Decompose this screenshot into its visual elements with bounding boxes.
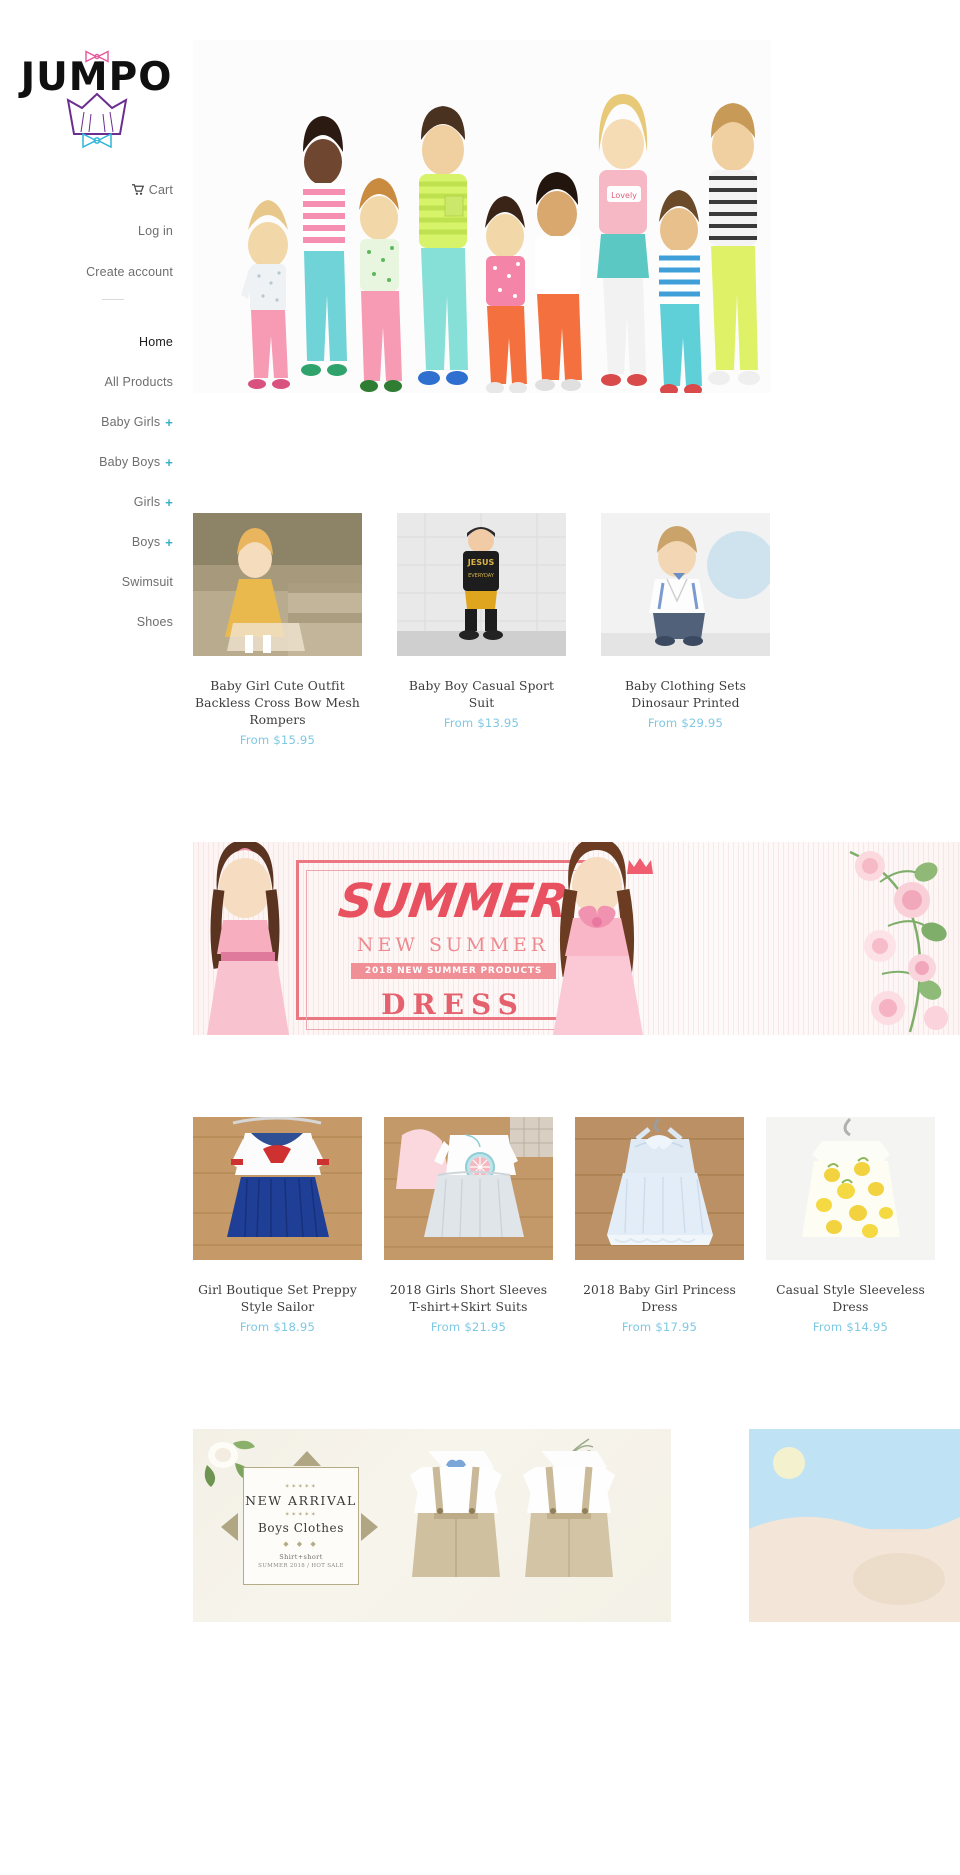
- banner-badge: 2018 NEW SUMMER PRODUCTS: [351, 963, 556, 979]
- summer-promo-banner[interactable]: SUMMER NEW SUMMER 2018 NEW SUMMER PRODUC…: [193, 842, 960, 1035]
- boy-outfit-b-image: [523, 1451, 615, 1577]
- expand-plus-icon[interactable]: +: [165, 536, 173, 549]
- new-arrival-banner[interactable]: ✶✶✶✶✶ NEW ARRIVAL ✶✶✶✶✶ Boys Clothes ◆ ◆…: [193, 1429, 960, 1622]
- blue-bow-icon: [81, 132, 112, 149]
- arrow-up-icon: [293, 1451, 321, 1466]
- main-nav: Home All Products Baby Girls + Baby Boys…: [0, 328, 193, 636]
- hero-image[interactable]: Lovely: [193, 40, 771, 393]
- product-card[interactable]: Baby Girl Cute Outfit Backless Cross Bow…: [193, 513, 362, 747]
- sidebar-item-baby-girls[interactable]: Baby Girls +: [0, 408, 193, 436]
- arrival-dots-mid: ✶✶✶✶✶: [284, 1511, 318, 1518]
- product-image[interactable]: JESUS EVERYDAY: [397, 513, 566, 656]
- product-image[interactable]: [193, 1117, 362, 1260]
- sidebar-item-label: Log in: [138, 224, 173, 238]
- arrow-right-icon: [361, 1513, 378, 1541]
- sidebar-item-girls[interactable]: Girls +: [0, 488, 193, 516]
- arrival-subtitle: Boys Clothes: [257, 1521, 345, 1535]
- sidebar-item-label: Baby Boys: [99, 455, 161, 469]
- product-title: Baby Clothing Sets Dinosaur Printed: [624, 679, 747, 710]
- product-price: From $17.95: [621, 1320, 698, 1334]
- sidebar-item-label: Cart: [148, 183, 173, 197]
- arrival-line-1: Shirt+short: [279, 1553, 323, 1561]
- product-card[interactable]: 2018 Girls Short Sleeves T-shirt+Skirt S…: [384, 1117, 553, 1334]
- sidebar-item-all-products[interactable]: All Products: [0, 368, 193, 396]
- expand-plus-icon[interactable]: +: [165, 416, 173, 429]
- arrival-diamonds: ◆ ◆ ◆: [283, 1540, 319, 1548]
- sidebar-item-label: Home: [139, 335, 173, 349]
- sidebar-item-cart[interactable]: Cart: [0, 176, 193, 204]
- arrival-dots-top: ✶✶✶✶✶: [284, 1483, 318, 1490]
- sidebar-item-label: Girls: [133, 495, 161, 509]
- product-card[interactable]: JESUS EVERYDAY Baby Boy Casual Sport Sui…: [397, 513, 566, 747]
- sidebar-item-label: Baby Girls: [101, 415, 161, 429]
- main-content: Lovely Baby Girl Cute Outfit Backless Cr…: [193, 0, 960, 1622]
- sidebar-item-label: Shoes: [136, 615, 173, 629]
- sidebar: JUMPO Cart Log in Create account Home Al…: [0, 0, 193, 1875]
- product-title: 2018 Baby Girl Princess Dress: [583, 1283, 736, 1314]
- svg-text:Lovely: Lovely: [611, 191, 637, 200]
- product-grid-row-2: Girl Boutique Set Preppy Style Sailor Fr…: [193, 1117, 958, 1334]
- product-grid-row-1: Baby Girl Cute Outfit Backless Cross Bow…: [193, 513, 771, 747]
- brand-logo[interactable]: JUMPO: [19, 44, 174, 149]
- product-price: From $14.95: [812, 1320, 889, 1334]
- arrow-left-icon: [221, 1513, 238, 1541]
- account-nav: Cart Log in Create account: [0, 176, 193, 300]
- product-image[interactable]: [766, 1117, 935, 1260]
- product-card[interactable]: Casual Style Sleeveless Dress From $14.9…: [766, 1117, 935, 1334]
- next-banner-preview[interactable]: [749, 1429, 960, 1622]
- sidebar-item-swimsuit[interactable]: Swimsuit: [0, 568, 193, 596]
- sidebar-divider: [102, 299, 124, 300]
- product-card[interactable]: Baby Clothing Sets Dinosaur Printed From…: [601, 513, 770, 747]
- banner-girl-left-image: [207, 842, 289, 1035]
- product-title: Baby Girl Cute Outfit Backless Cross Bow…: [195, 679, 360, 727]
- product-image[interactable]: [575, 1117, 744, 1260]
- sidebar-item-label: Create account: [86, 265, 173, 279]
- product-image[interactable]: [193, 513, 362, 656]
- homepage: JUMPO Cart Log in Create account Home Al…: [0, 0, 960, 1875]
- sidebar-item-label: Swimsuit: [121, 575, 173, 589]
- expand-plus-icon[interactable]: +: [165, 456, 173, 469]
- product-price: From $13.95: [443, 716, 520, 730]
- svg-text:EVERYDAY: EVERYDAY: [468, 573, 495, 579]
- sidebar-item-baby-boys[interactable]: Baby Boys +: [0, 448, 193, 476]
- product-title: Baby Boy Casual Sport Suit: [408, 679, 555, 710]
- product-price: From $15.95: [239, 733, 316, 747]
- sidebar-item-home[interactable]: Home: [0, 328, 193, 356]
- product-image[interactable]: [384, 1117, 553, 1260]
- sidebar-item-label: Boys: [131, 535, 161, 549]
- arrival-line-2: SUMMER 2018 / HOT SALE: [258, 1563, 344, 1569]
- product-title: 2018 Girls Short Sleeves T-shirt+Skirt S…: [389, 1283, 548, 1314]
- svg-text:JESUS: JESUS: [467, 558, 495, 567]
- arrival-text-card: ✶✶✶✶✶ NEW ARRIVAL ✶✶✶✶✶ Boys Clothes ◆ ◆…: [243, 1467, 359, 1585]
- shopping-cart-icon: [131, 184, 144, 196]
- sidebar-item-shoes[interactable]: Shoes: [0, 608, 193, 636]
- product-title: Girl Boutique Set Preppy Style Sailor: [198, 1283, 357, 1314]
- product-card[interactable]: Girl Boutique Set Preppy Style Sailor Fr…: [193, 1117, 362, 1334]
- sidebar-item-label: All Products: [104, 375, 173, 389]
- expand-plus-icon[interactable]: +: [165, 496, 173, 509]
- floral-decoration: [849, 850, 948, 1033]
- sidebar-item-create-account[interactable]: Create account: [0, 258, 193, 286]
- boy-outfit-a-image: [410, 1451, 502, 1577]
- product-card[interactable]: 2018 Baby Girl Princess Dress From $17.9…: [575, 1117, 744, 1334]
- sidebar-item-boys[interactable]: Boys +: [0, 528, 193, 556]
- product-price: From $29.95: [647, 716, 724, 730]
- product-title: Casual Style Sleeveless Dress: [776, 1283, 925, 1314]
- product-price: From $18.95: [239, 1320, 316, 1334]
- sidebar-item-login[interactable]: Log in: [0, 217, 193, 245]
- arrival-title: NEW ARRIVAL: [245, 1493, 357, 1508]
- product-image[interactable]: [601, 513, 770, 656]
- banner-girl-right-image: [553, 842, 643, 1035]
- product-price: From $21.95: [430, 1320, 507, 1334]
